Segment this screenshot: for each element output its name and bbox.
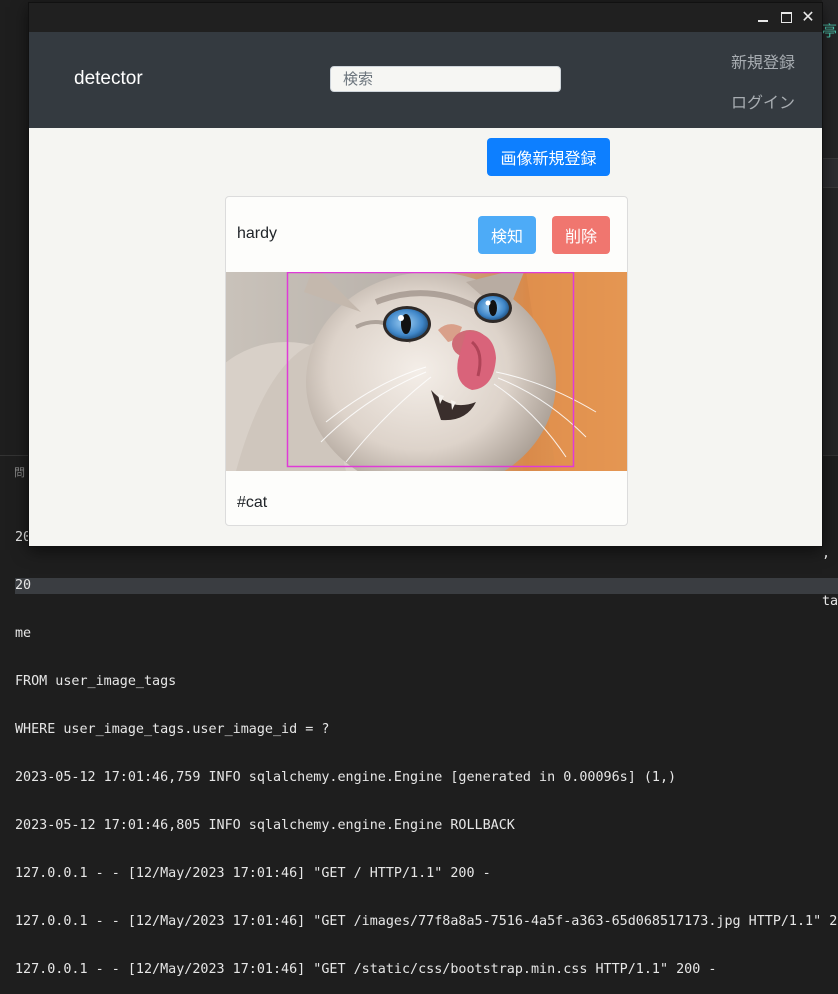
title-bar[interactable]: ✕ bbox=[29, 3, 822, 32]
terminal-output: 20 20 me FROM user_image_tags WHERE user… bbox=[15, 498, 838, 994]
register-link[interactable]: 新規登録 bbox=[731, 49, 795, 73]
app-window: ✕ detector 新規登録 ログイン 画像新規登録 hardy 検知 削除 bbox=[29, 3, 822, 546]
delete-button[interactable]: 削除 bbox=[552, 216, 610, 254]
terminal-line: 20 bbox=[15, 578, 838, 594]
terminal-line: FROM user_image_tags bbox=[15, 674, 177, 689]
background-char: 亭 bbox=[822, 22, 838, 40]
terminal-line: WHERE user_image_tags.user_image_id = ? bbox=[15, 722, 330, 737]
card-title: hardy bbox=[237, 225, 278, 242]
terminal-line: 2023-05-12 17:01:46,805 INFO sqlalchemy.… bbox=[15, 818, 515, 833]
terminal-tab[interactable]: 問 bbox=[14, 464, 25, 480]
terminal-fragment: , bbox=[822, 546, 831, 561]
image-card: hardy 検知 削除 #cat bbox=[225, 196, 628, 526]
terminal-overflow: , ta bbox=[822, 514, 838, 626]
navbar: detector 新規登録 ログイン bbox=[29, 32, 822, 128]
terminal-fragment: ta bbox=[822, 594, 838, 609]
new-image-button[interactable]: 画像新規登録 bbox=[487, 138, 610, 176]
terminal-line: me bbox=[15, 626, 32, 641]
cat-image bbox=[226, 272, 627, 471]
terminal-line: 127.0.0.1 - - [12/May/2023 17:01:46] "GE… bbox=[15, 962, 717, 977]
terminal-line: 127.0.0.1 - - [12/May/2023 17:01:46] "GE… bbox=[15, 866, 491, 881]
terminal-line: 127.0.0.1 - - [12/May/2023 17:01:46] "GE… bbox=[15, 914, 838, 929]
brand-logo[interactable]: detector bbox=[74, 68, 143, 90]
background-scrollbar bbox=[822, 0, 838, 455]
minimize-icon[interactable] bbox=[753, 7, 773, 27]
close-icon[interactable]: ✕ bbox=[798, 7, 818, 27]
image-tag[interactable]: #cat bbox=[237, 494, 267, 512]
login-link[interactable]: ログイン bbox=[731, 89, 795, 113]
cat-photo bbox=[226, 272, 627, 471]
maximize-icon[interactable] bbox=[776, 7, 796, 27]
search-input[interactable] bbox=[330, 66, 561, 92]
terminal-line: 2023-05-12 17:01:46,759 INFO sqlalchemy.… bbox=[15, 770, 677, 785]
scroll-marker bbox=[822, 158, 838, 188]
detect-button[interactable]: 検知 bbox=[478, 216, 536, 254]
